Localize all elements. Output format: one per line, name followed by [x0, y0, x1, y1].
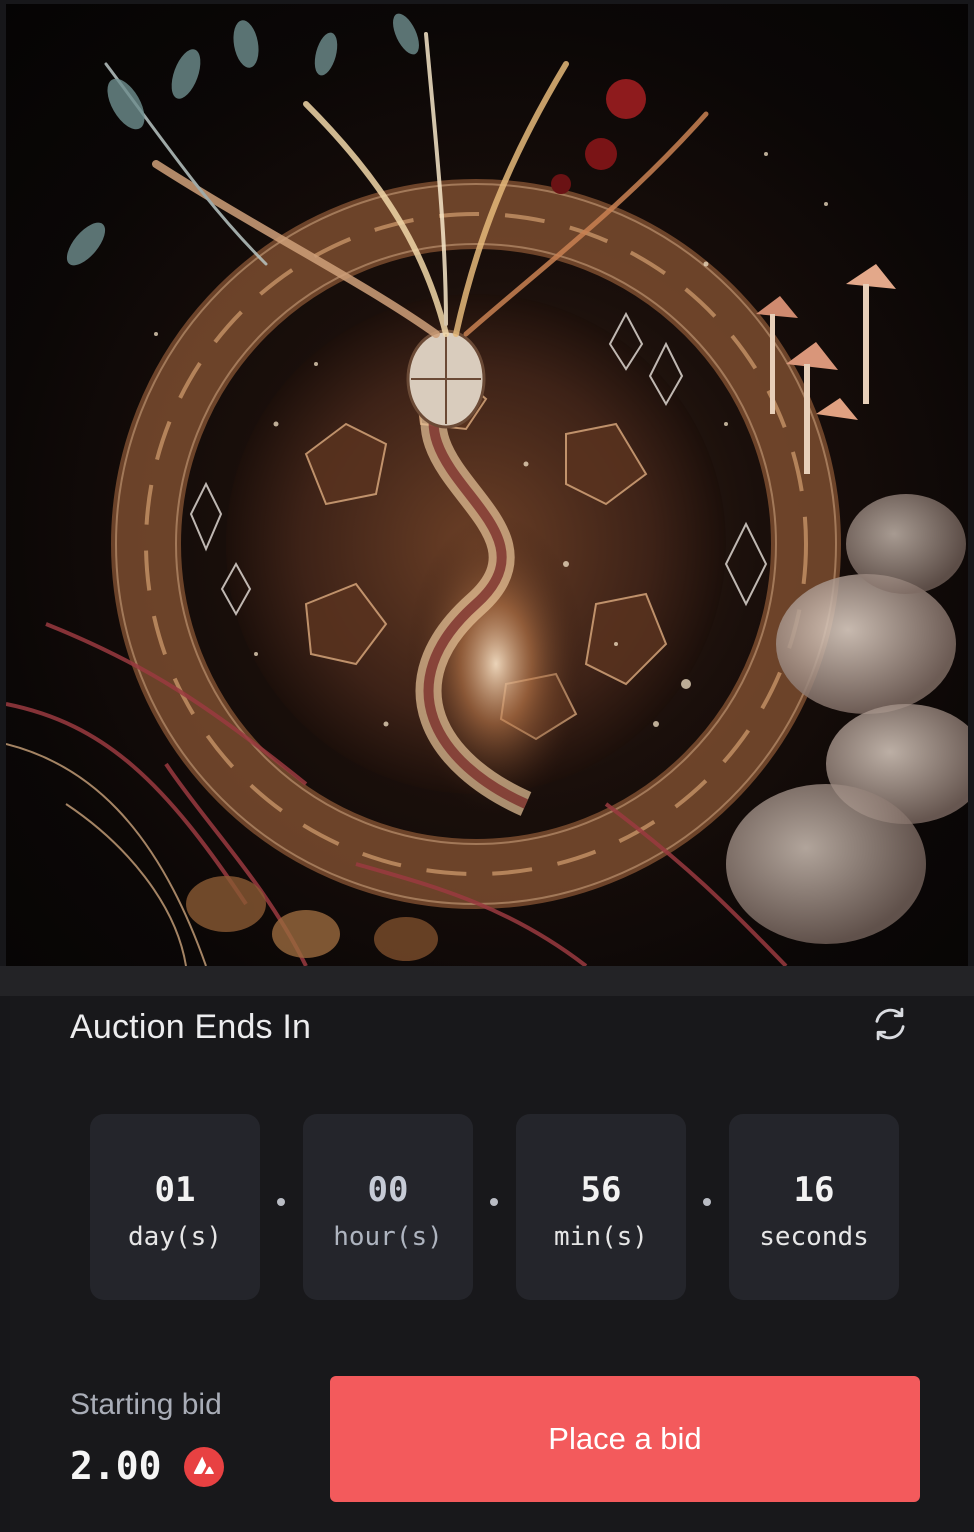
- countdown-days-unit: day(s): [128, 1222, 222, 1252]
- countdown-minutes: 56 min(s): [516, 1114, 686, 1300]
- section-divider: [0, 966, 974, 996]
- nft-artwork-image[interactable]: [6, 4, 968, 966]
- countdown-hours: 00 hour(s): [303, 1114, 473, 1300]
- countdown-hours-value: 00: [367, 1170, 409, 1210]
- countdown-seconds-value: 16: [793, 1170, 835, 1210]
- refresh-button[interactable]: [866, 1000, 914, 1048]
- countdown-minutes-unit: min(s): [554, 1222, 648, 1252]
- avalanche-icon: [184, 1447, 224, 1487]
- refresh-icon: [875, 1007, 905, 1041]
- countdown-seconds-unit: seconds: [759, 1222, 869, 1252]
- starting-bid-label: Starting bid: [70, 1388, 222, 1421]
- countdown-days: 01 day(s): [90, 1114, 260, 1300]
- countdown-separator: [490, 1198, 498, 1206]
- place-bid-button[interactable]: Place a bid: [330, 1376, 920, 1502]
- auction-ends-title: Auction Ends In: [70, 1008, 312, 1046]
- countdown-hours-unit: hour(s): [333, 1222, 443, 1252]
- countdown-separator: [703, 1198, 711, 1206]
- starting-bid-amount: 2.00: [70, 1444, 162, 1488]
- countdown-separator: [277, 1198, 285, 1206]
- auction-page: Auction Ends In 01 day(s) 00 hour(s) 56 …: [0, 0, 974, 1532]
- countdown-seconds: 16 seconds: [729, 1114, 899, 1300]
- countdown-days-value: 01: [154, 1170, 196, 1210]
- countdown-minutes-value: 56: [580, 1170, 622, 1210]
- artwork-illustration: [6, 13, 968, 966]
